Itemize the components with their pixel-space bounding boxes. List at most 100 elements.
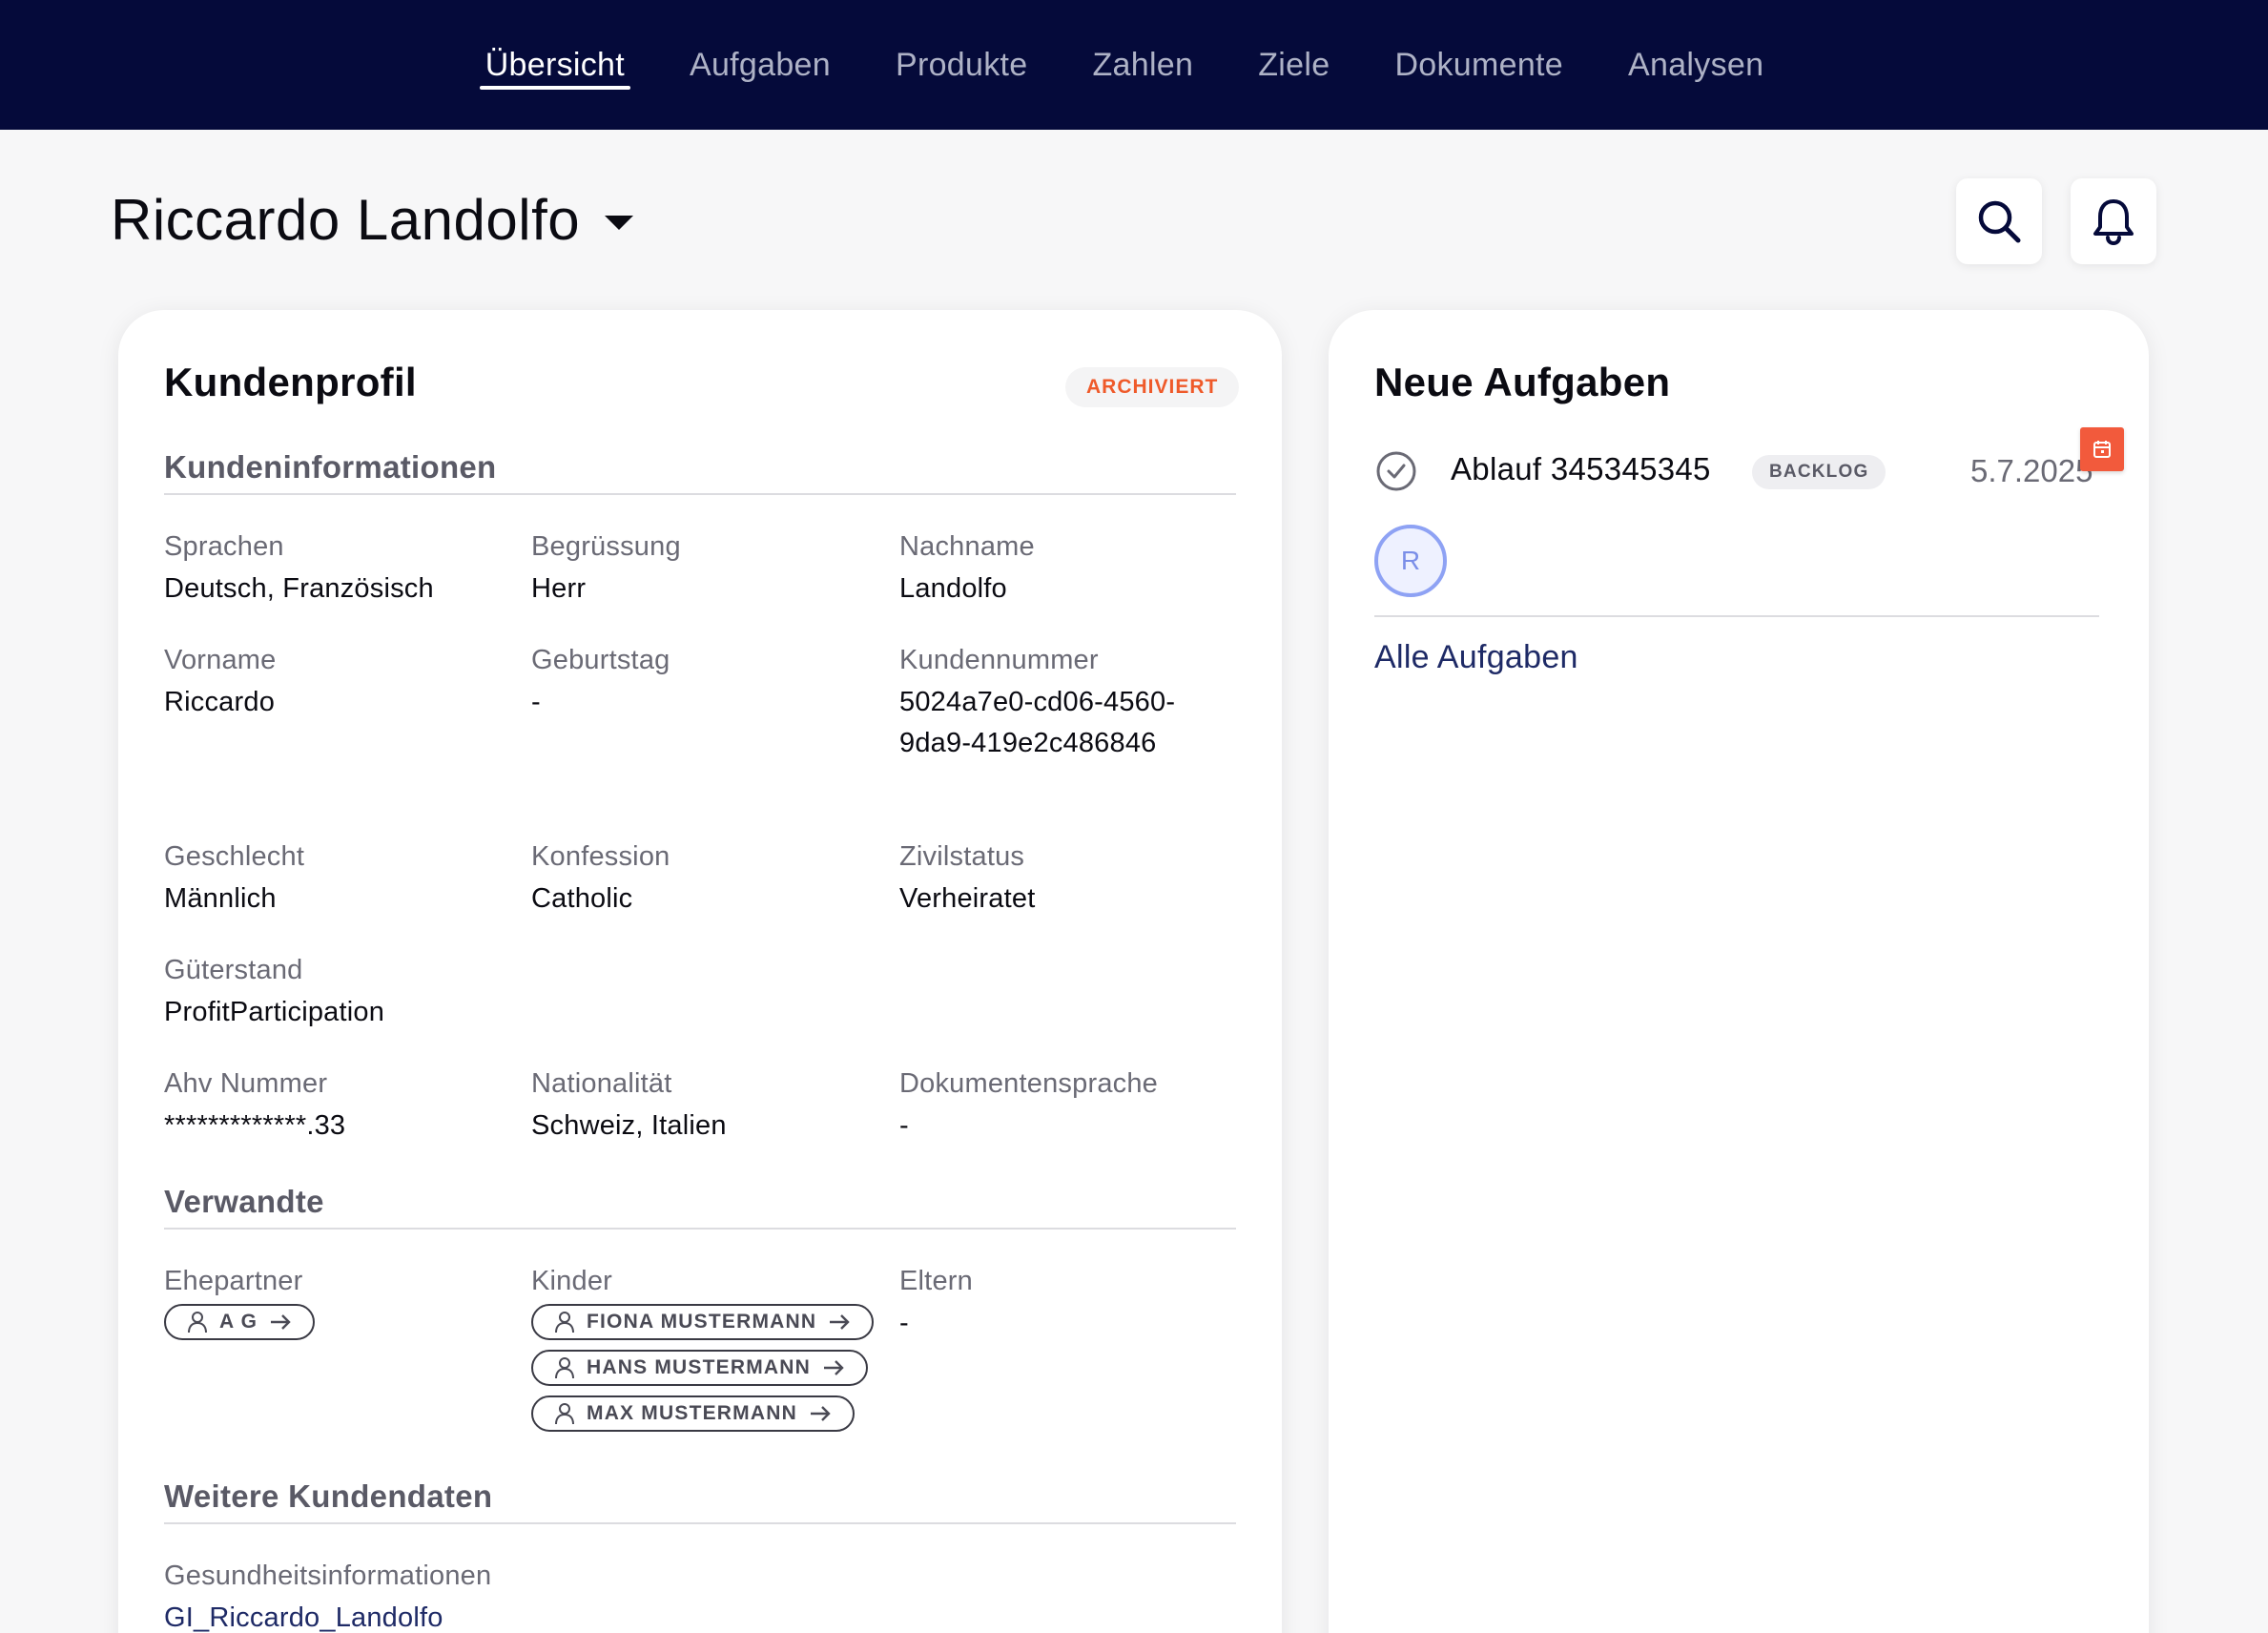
notifications-button[interactable] xyxy=(2071,178,2156,264)
tab-analysen[interactable]: Analysen xyxy=(1596,0,1796,130)
health-info-link[interactable]: GI_Riccardo_Landolfo xyxy=(164,1598,736,1633)
tab-produkte[interactable]: Produkte xyxy=(863,0,1060,130)
section-title-relatives: Verwandte xyxy=(164,1184,324,1219)
arrow-right-icon xyxy=(830,1314,850,1330)
field-value: Catholic xyxy=(531,883,633,914)
section-divider xyxy=(164,1228,1236,1230)
field-kinder: Kinder FIONA MUSTERMANN HANS MUSTERMANN … xyxy=(531,1262,884,1432)
field-value: Verheiratet xyxy=(899,883,1036,914)
task-item[interactable]: Ablauf 345345345 BACKLOG 5.7.2025 xyxy=(1374,445,2099,497)
field-value: Herr xyxy=(531,573,587,604)
relative-chip-child[interactable]: FIONA MUSTERMANN xyxy=(531,1304,875,1340)
relative-chip-child[interactable]: HANS MUSTERMANN xyxy=(531,1350,868,1386)
field-label: Ehepartner xyxy=(164,1266,303,1296)
new-tasks-card: Neue Aufgaben Ablauf 345345345 BACKLOG 5… xyxy=(1329,310,2149,1633)
field-value: Männlich xyxy=(164,883,277,914)
chip-label: A G xyxy=(219,1311,258,1333)
person-icon xyxy=(555,1312,574,1333)
tab-ziele[interactable]: Ziele xyxy=(1226,0,1362,130)
client-selector[interactable]: Riccardo Landolfo xyxy=(111,187,634,253)
section-divider xyxy=(164,493,1236,495)
field-value: 5024a7e0-cd06-4560-9da9-419e2c486846 xyxy=(899,687,1176,758)
field-value: - xyxy=(531,687,541,717)
relative-chip-list: A G xyxy=(164,1304,517,1340)
tab-zahlen[interactable]: Zahlen xyxy=(1060,0,1226,130)
field-eltern: Eltern - xyxy=(899,1262,1252,1344)
field-vorname: Vorname Riccardo xyxy=(164,641,517,723)
tab-dokumente[interactable]: Dokumente xyxy=(1362,0,1596,130)
person-icon xyxy=(555,1403,574,1425)
task-due-flag xyxy=(2080,427,2124,471)
arrow-right-icon xyxy=(810,1406,831,1421)
check-circle-icon[interactable] xyxy=(1374,449,1418,493)
field-ahv-nummer: Ahv Nummer *************.33 xyxy=(164,1065,517,1147)
chip-label: HANS MUSTERMANN xyxy=(587,1356,811,1378)
field-sprachen: Sprachen Deutsch, Französisch xyxy=(164,527,517,610)
page-title: Riccardo Landolfo xyxy=(111,188,581,252)
task-due-date: 5.7.2025 xyxy=(1970,453,2093,488)
field-label: Begrüssung xyxy=(531,531,681,562)
assignee-avatar[interactable]: R xyxy=(1374,525,1447,597)
arrow-right-icon xyxy=(271,1314,291,1330)
field-value: - xyxy=(899,1308,909,1338)
tab-aufgaben[interactable]: Aufgaben xyxy=(657,0,863,130)
field-label: Eltern xyxy=(899,1266,973,1296)
field-value: Landolfo xyxy=(899,573,1007,604)
section-title-more-data: Weitere Kundendaten xyxy=(164,1478,493,1514)
top-navigation: Übersicht Aufgaben Produkte Zahlen Ziele… xyxy=(0,0,2268,130)
customer-profile-card: Kundenprofil ARCHIVIERT Kundeninformatio… xyxy=(118,310,1282,1633)
section-title-customer-info: Kundeninformationen xyxy=(164,449,497,485)
arrow-right-icon xyxy=(824,1360,844,1375)
card-title: Neue Aufgaben xyxy=(1374,360,1671,404)
chip-label: MAX MUSTERMANN xyxy=(587,1402,797,1424)
person-icon xyxy=(555,1357,574,1379)
field-gesundheitsinformationen: Gesundheitsinformationen GI_Riccardo_Lan… xyxy=(164,1557,736,1633)
chip-label: FIONA MUSTERMANN xyxy=(587,1311,817,1333)
field-label: Güterstand xyxy=(164,955,303,985)
search-button[interactable] xyxy=(1956,178,2042,264)
caret-down-icon xyxy=(605,216,634,230)
field-ehepartner: Ehepartner A G xyxy=(164,1262,517,1340)
relative-chip-list: FIONA MUSTERMANN HANS MUSTERMANN MAX MUS… xyxy=(531,1304,884,1432)
field-label: Geburtstag xyxy=(531,645,670,675)
card-title: Kundenprofil xyxy=(164,360,417,404)
field-label: Kinder xyxy=(531,1266,613,1296)
field-gueterstand: Güterstand ProfitParticipation xyxy=(164,951,517,1033)
relative-chip-spouse[interactable]: A G xyxy=(164,1304,316,1340)
section-divider xyxy=(164,1522,1236,1524)
field-label: Nationalität xyxy=(531,1068,672,1099)
field-label: Dokumentensprache xyxy=(899,1068,1158,1099)
field-label: Nachname xyxy=(899,531,1035,562)
bell-icon xyxy=(2093,199,2134,246)
field-dokumentensprache: Dokumentensprache - xyxy=(899,1065,1252,1147)
field-value: *************.33 xyxy=(164,1110,346,1141)
field-label: Vorname xyxy=(164,645,277,675)
field-nationalitaet: Nationalität Schweiz, Italien xyxy=(531,1065,884,1147)
search-icon xyxy=(1978,200,2021,243)
field-value: Schweiz, Italien xyxy=(531,1110,727,1141)
field-label: Geschlecht xyxy=(164,841,305,872)
relative-chip-child[interactable]: MAX MUSTERMANN xyxy=(531,1395,855,1432)
person-icon xyxy=(188,1312,207,1333)
field-kundennummer: Kundennummer 5024a7e0-cd06-4560-9da9-419… xyxy=(899,641,1252,764)
field-begruessung: Begrüssung Herr xyxy=(531,527,884,610)
field-label: Zivilstatus xyxy=(899,841,1025,872)
field-label: Gesundheitsinformationen xyxy=(164,1561,492,1591)
field-konfession: Konfession Catholic xyxy=(531,837,884,920)
field-nachname: Nachname Landolfo xyxy=(899,527,1252,610)
field-value: - xyxy=(899,1110,909,1141)
tab-bar: Übersicht Aufgaben Produkte Zahlen Ziele… xyxy=(453,0,1797,130)
status-badge: ARCHIVIERT xyxy=(1065,367,1240,407)
field-zivilstatus: Zivilstatus Verheiratet xyxy=(899,837,1252,920)
field-label: Kundennummer xyxy=(899,645,1099,675)
field-geburtstag: Geburtstag - xyxy=(531,641,884,723)
field-geschlecht: Geschlecht Männlich xyxy=(164,837,517,920)
field-value: Deutsch, Französisch xyxy=(164,573,434,604)
field-label: Ahv Nummer xyxy=(164,1068,328,1099)
task-status-badge: BACKLOG xyxy=(1752,455,1887,489)
field-label: Sprachen xyxy=(164,531,284,562)
tab-uebersicht[interactable]: Übersicht xyxy=(453,0,657,130)
field-label: Konfession xyxy=(531,841,670,872)
task-name[interactable]: Ablauf 345345345 xyxy=(1451,451,1711,487)
all-tasks-link[interactable]: Alle Aufgaben xyxy=(1374,639,1578,676)
